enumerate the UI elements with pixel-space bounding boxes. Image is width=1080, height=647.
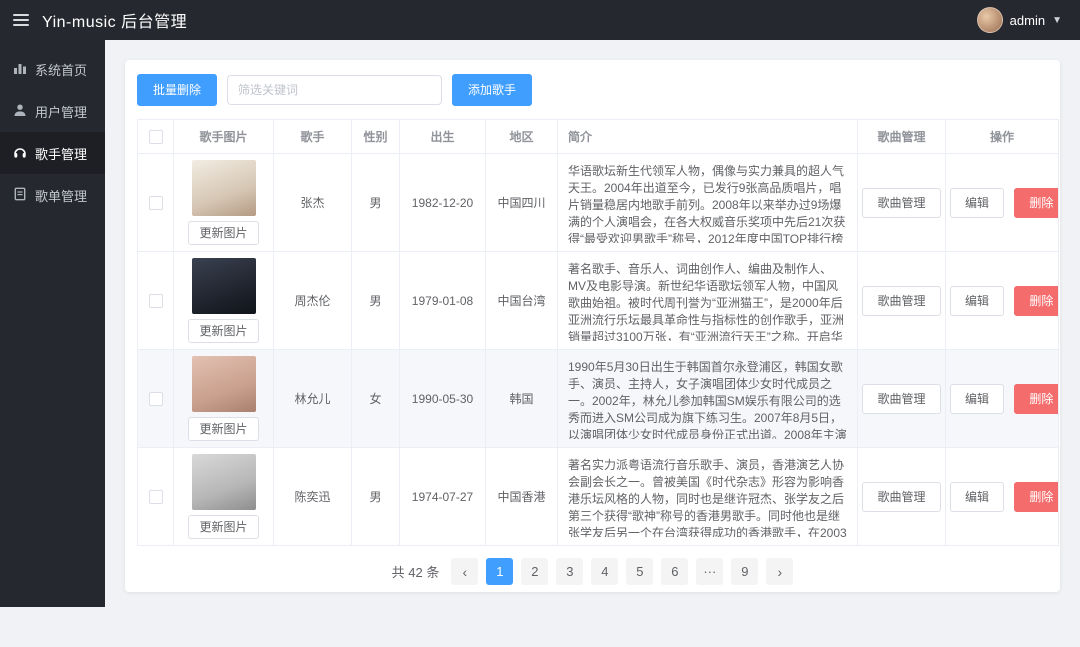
content-card: 批量删除 添加歌手 歌手图片 歌手 性别 出生 地区 简介 歌曲管理 [125,60,1060,592]
row-checkbox[interactable] [149,490,163,504]
singer-birth: 1979-01-08 [400,252,486,350]
singer-gender: 女 [352,350,400,448]
singer-photo [192,454,256,510]
singer-intro: 1990年5月30日出生于韩国首尔永登浦区，韩国女歌手、演员、主持人，女子演唱团… [568,359,847,439]
pagination: 共 42 条 ‹ 1 2 3 4 5 6 ··· 9 › [137,546,1048,589]
select-all-checkbox[interactable] [149,130,163,144]
singer-intro: 著名歌手、音乐人、词曲创作人、编曲及制作人、MV及电影导演。新世纪华语歌坛领军人… [568,261,847,341]
song-manage-button[interactable]: 歌曲管理 [862,188,940,218]
avatar [977,7,1003,33]
sidebar-item-label: 歌手管理 [35,144,87,163]
sidebar-item-playlists[interactable]: 歌单管理 [0,174,105,216]
page-button-2[interactable]: 2 [521,558,548,585]
app-title: Yin-music 后台管理 [42,8,187,32]
col-header-gender: 性别 [352,120,400,154]
col-header-intro: 简介 [558,120,858,154]
sidebar-item-label: 歌单管理 [35,186,87,205]
singer-gender: 男 [352,252,400,350]
delete-button[interactable]: 删除 [1014,188,1058,218]
batch-delete-button[interactable]: 批量删除 [137,74,217,106]
row-checkbox[interactable] [149,196,163,210]
add-singer-button[interactable]: 添加歌手 [452,74,532,106]
top-header: Yin-music 后台管理 admin ▼ [0,0,1080,40]
singer-intro: 著名实力派粤语流行音乐歌手、演员，香港演艺人协会副会长之一。曾被美国《时代杂志》… [568,457,847,537]
page-button-3[interactable]: 3 [556,558,583,585]
document-icon [13,187,27,204]
update-image-button[interactable]: 更新图片 [188,221,258,245]
singer-name: 周杰伦 [274,252,352,350]
user-menu[interactable]: admin ▼ [977,7,1080,33]
col-header-actions: 操作 [946,120,1059,154]
singer-name: 林允儿 [274,350,352,448]
edit-button[interactable]: 编辑 [950,482,1004,512]
song-manage-button[interactable]: 歌曲管理 [862,384,940,414]
page-button-9[interactable]: 9 [731,558,758,585]
edit-button[interactable]: 编辑 [950,286,1004,316]
singer-region: 中国香港 [486,448,558,546]
table-row: 更新图片 张杰 男 1982-12-20 中国四川 华语歌坛新生代领军人物，偶像… [138,154,1059,252]
user-icon [13,103,27,120]
page-ellipsis[interactable]: ··· [696,558,723,585]
table-row: 更新图片 陈奕迅 男 1974-07-27 中国香港 著名实力派粤语流行音乐歌手… [138,448,1059,546]
row-checkbox[interactable] [149,392,163,406]
sidebar-item-home[interactable]: 系统首页 [0,48,105,90]
next-page-button[interactable]: › [766,558,793,585]
prev-page-button[interactable]: ‹ [451,558,478,585]
update-image-button[interactable]: 更新图片 [188,417,258,441]
singer-birth: 1982-12-20 [400,154,486,252]
pagination-total: 共 42 条 [392,562,440,581]
singer-name: 张杰 [274,154,352,252]
sidebar-item-users[interactable]: 用户管理 [0,90,105,132]
sidebar: 系统首页 用户管理 歌手管理 歌单管理 [0,40,105,607]
page-button-1[interactable]: 1 [486,558,513,585]
singer-gender: 男 [352,448,400,546]
singer-birth: 1990-05-30 [400,350,486,448]
delete-button[interactable]: 删除 [1014,384,1058,414]
singer-name: 陈奕迅 [274,448,352,546]
delete-button[interactable]: 删除 [1014,482,1058,512]
page-button-6[interactable]: 6 [661,558,688,585]
col-header-region: 地区 [486,120,558,154]
singer-gender: 男 [352,154,400,252]
singer-photo [192,356,256,412]
toolbar: 批量删除 添加歌手 [137,74,1048,106]
singer-region: 中国四川 [486,154,558,252]
user-name: admin [1010,13,1045,28]
menu-toggle-icon[interactable] [0,0,42,40]
delete-button[interactable]: 删除 [1014,286,1058,316]
page-button-4[interactable]: 4 [591,558,618,585]
edit-button[interactable]: 编辑 [950,384,1004,414]
chevron-down-icon: ▼ [1052,15,1062,26]
col-header-photo: 歌手图片 [174,120,274,154]
singer-intro: 华语歌坛新生代领军人物，偶像与实力兼具的超人气天王。2004年出道至今，已发行9… [568,163,847,243]
update-image-button[interactable]: 更新图片 [188,515,258,539]
table-row: 更新图片 林允儿 女 1990-05-30 韩国 1990年5月30日出生于韩国… [138,350,1059,448]
singer-photo [192,160,256,216]
sidebar-item-label: 系统首页 [35,60,87,79]
singer-photo [192,258,256,314]
row-checkbox[interactable] [149,294,163,308]
singer-region: 韩国 [486,350,558,448]
bar-chart-icon [13,61,27,78]
edit-button[interactable]: 编辑 [950,188,1004,218]
table-row: 更新图片 周杰伦 男 1979-01-08 中国台湾 著名歌手、音乐人、词曲创作… [138,252,1059,350]
keyword-filter-input[interactable] [227,75,442,105]
col-header-birth: 出生 [400,120,486,154]
col-header-songs: 歌曲管理 [858,120,946,154]
table-header-row: 歌手图片 歌手 性别 出生 地区 简介 歌曲管理 操作 [138,120,1059,154]
headset-icon [13,145,27,162]
singer-birth: 1974-07-27 [400,448,486,546]
main-content: 批量删除 添加歌手 歌手图片 歌手 性别 出生 地区 简介 歌曲管理 [105,40,1080,607]
singers-table: 歌手图片 歌手 性别 出生 地区 简介 歌曲管理 操作 更新图片 [137,119,1059,546]
select-all-cell [138,120,174,154]
singer-region: 中国台湾 [486,252,558,350]
update-image-button[interactable]: 更新图片 [188,319,258,343]
song-manage-button[interactable]: 歌曲管理 [862,482,940,512]
col-header-name: 歌手 [274,120,352,154]
sidebar-item-singers[interactable]: 歌手管理 [0,132,105,174]
page-button-5[interactable]: 5 [626,558,653,585]
song-manage-button[interactable]: 歌曲管理 [862,286,940,316]
sidebar-item-label: 用户管理 [35,102,87,121]
